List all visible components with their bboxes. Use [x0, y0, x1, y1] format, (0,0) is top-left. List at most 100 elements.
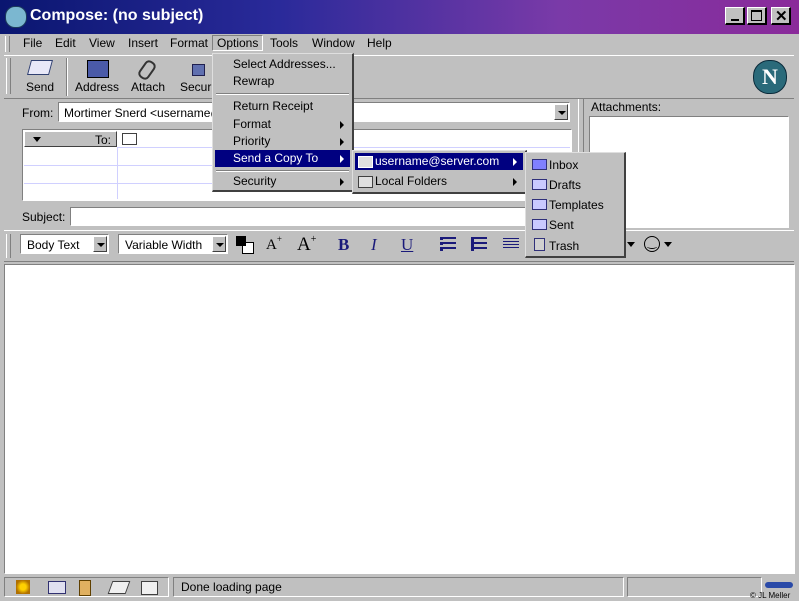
text-color-button[interactable] — [235, 236, 255, 254]
italic-button[interactable]: I — [371, 235, 377, 255]
smiley-dropdown-icon[interactable] — [664, 242, 672, 247]
menubar-grip[interactable] — [5, 36, 10, 52]
copyright-text: © JL Meller — [750, 591, 791, 600]
lock-icon — [192, 64, 205, 76]
bullet-list-icon[interactable] — [440, 237, 456, 251]
menu-item-send-a-copy-to[interactable]: Send a Copy To — [215, 150, 350, 167]
menu-item-security[interactable]: Security — [215, 173, 350, 190]
bold-button[interactable]: B — [338, 235, 349, 255]
menu-item-local-folders[interactable]: Local Folders — [355, 173, 523, 190]
folders-submenu: Inbox Drafts Templates Sent Trash — [525, 152, 626, 258]
subject-input[interactable] — [70, 207, 575, 226]
align-dropdown-icon[interactable] — [627, 242, 635, 247]
menu-window[interactable]: Window — [308, 36, 359, 50]
folder-icon — [532, 219, 547, 230]
chevron-down-icon — [558, 111, 566, 115]
chevron-down-icon[interactable] — [212, 236, 226, 252]
options-menu: Select Addresses... Rewrap Return Receip… — [212, 53, 354, 192]
menu-item-account[interactable]: username@server.com — [355, 153, 523, 170]
menu-options[interactable]: Options — [212, 35, 264, 51]
address-book-icon — [87, 60, 109, 78]
from-label: From: — [22, 106, 54, 120]
toolbar — [4, 55, 794, 99]
title-bar[interactable]: Compose: (no subject) ✕ — [0, 0, 799, 34]
recipient-type-selector[interactable]: To: — [24, 131, 117, 147]
paperclip-icon — [136, 58, 158, 82]
send-copy-submenu: username@server.com Local Folders — [352, 150, 527, 194]
menu-view[interactable]: View — [85, 36, 119, 50]
trash-icon — [534, 238, 545, 251]
from-dropdown-button[interactable] — [554, 104, 568, 120]
menu-item-trash[interactable]: Trash — [528, 237, 622, 254]
menu-item-rewrap[interactable]: Rewrap — [215, 73, 350, 90]
menu-format[interactable]: Format — [166, 36, 212, 50]
smiley-icon[interactable]: ‿ — [644, 236, 660, 252]
close-button[interactable]: ✕ — [771, 7, 791, 25]
chevron-down-icon — [33, 137, 41, 142]
font-size-decrease-icon[interactable]: A+ — [297, 234, 316, 256]
menu-separator — [216, 170, 349, 172]
app-icon[interactable] — [5, 6, 27, 28]
menu-item-format[interactable]: Format — [215, 116, 350, 133]
maximize-button[interactable] — [747, 7, 767, 25]
toolbar-separator — [66, 58, 68, 96]
menu-item-select-addresses[interactable]: Select Addresses... — [215, 56, 350, 73]
submenu-arrow-icon — [340, 178, 344, 186]
column-divider — [117, 147, 118, 199]
submenu-arrow-icon — [340, 138, 344, 146]
menu-help[interactable]: Help — [363, 36, 396, 50]
from-value: Mortimer Snerd <username@se — [64, 106, 236, 120]
status-bar: Done loading page © JL Meller — [0, 576, 799, 601]
computer-icon — [358, 176, 373, 188]
chevron-down-icon[interactable] — [93, 236, 107, 252]
submenu-arrow-icon — [340, 155, 344, 163]
menu-item-return-receipt[interactable]: Return Receipt — [215, 98, 350, 115]
message-body[interactable] — [4, 264, 795, 574]
send-icon — [26, 60, 54, 75]
server-icon — [358, 156, 373, 168]
submenu-arrow-icon — [340, 121, 344, 129]
status-panel — [627, 577, 762, 597]
status-message-panel: Done loading page — [173, 577, 624, 597]
font-select[interactable]: Variable Width — [118, 234, 228, 254]
numbered-list-icon[interactable] — [471, 237, 487, 251]
online-status-icon[interactable] — [765, 582, 793, 588]
menu-item-inbox[interactable]: Inbox — [528, 157, 622, 174]
outdent-icon[interactable] — [503, 238, 519, 250]
inbox-icon — [532, 159, 547, 170]
submenu-arrow-icon — [513, 178, 517, 186]
menu-item-sent[interactable]: Sent — [528, 217, 622, 234]
menu-edit[interactable]: Edit — [51, 36, 80, 50]
navigator-icon[interactable] — [16, 580, 30, 594]
font-size-increase-icon[interactable]: A+ — [266, 234, 282, 254]
minimize-button[interactable] — [725, 7, 745, 25]
attachments-label: Attachments: — [591, 100, 662, 114]
underline-button[interactable]: U — [401, 235, 413, 255]
menu-bar: File Edit View Insert Format Options Too… — [0, 34, 799, 54]
menu-item-templates[interactable]: Templates — [528, 197, 622, 214]
menu-separator — [216, 93, 349, 95]
subject-label: Subject: — [22, 210, 66, 224]
window-title: Compose: (no subject) — [30, 7, 204, 24]
to-label: To: — [94, 133, 111, 147]
toolbar-grip[interactable] — [6, 58, 11, 94]
status-text: Done loading page — [181, 580, 282, 594]
toolbar-grip[interactable] — [6, 234, 11, 258]
address-book-icon[interactable] — [79, 580, 91, 596]
folder-icon — [532, 179, 547, 190]
submenu-arrow-icon — [513, 158, 517, 166]
security-button[interactable]: Securi — [178, 58, 214, 96]
menu-insert[interactable]: Insert — [124, 36, 162, 50]
menu-tools[interactable]: Tools — [266, 36, 302, 50]
foreground-color-swatch — [236, 236, 246, 246]
attach-button[interactable]: Attach — [127, 58, 169, 96]
menu-item-priority[interactable]: Priority — [215, 133, 350, 150]
menu-file[interactable]: File — [19, 36, 46, 50]
paragraph-style-select[interactable]: Body Text — [20, 234, 109, 254]
address-button[interactable]: Address — [73, 58, 121, 96]
mail-icon[interactable] — [48, 581, 66, 594]
menu-item-drafts[interactable]: Drafts — [528, 177, 622, 194]
chat-icon[interactable] — [141, 581, 158, 595]
netscape-logo-icon[interactable]: N — [753, 60, 787, 94]
send-button[interactable]: Send — [20, 58, 60, 96]
